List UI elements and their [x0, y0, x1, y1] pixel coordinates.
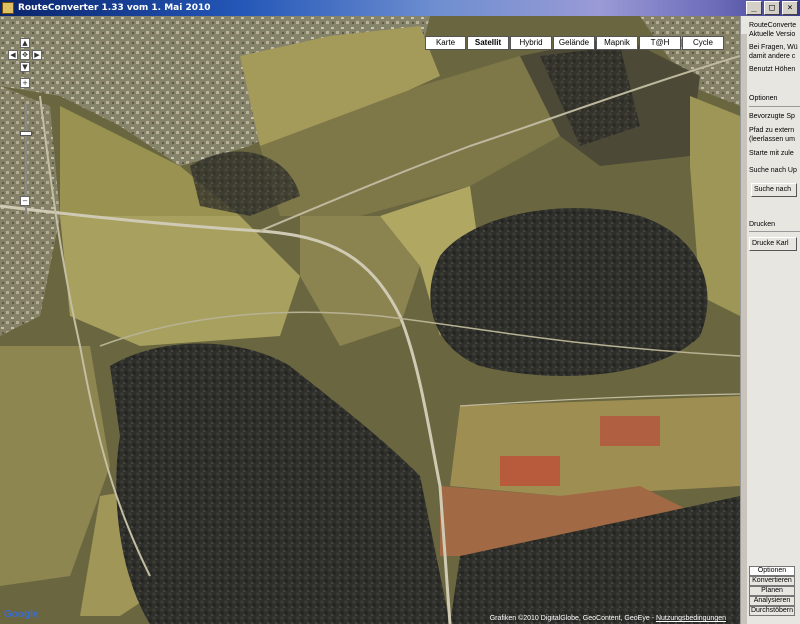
satellite-map[interactable]: Karte Satellit Hybrid Gelände Mapnik T@H…: [0, 16, 740, 624]
map-type-satellit[interactable]: Satellit: [467, 36, 509, 50]
tab-planen[interactable]: Planen: [749, 586, 795, 596]
maximize-button[interactable]: □: [764, 1, 780, 15]
terms-link[interactable]: Nutzungsbedingungen: [656, 615, 726, 622]
satellite-imagery: [0, 16, 740, 624]
arrow-right-icon[interactable]: ▶: [32, 50, 42, 60]
window-title: RouteConverter 1.33 vom 1. Mai 2010: [18, 3, 211, 13]
google-logo: Google: [4, 609, 39, 620]
window-controls: _ □ ×: [746, 1, 798, 15]
elevation-line: Benutzt Höhen: [749, 66, 796, 73]
version-line: RouteConverte: [749, 22, 797, 29]
options-panel: RouteConverte Aktuelle Versio Bei Fragen…: [740, 16, 800, 624]
map-type-tah[interactable]: T@H: [639, 36, 681, 50]
external-path-hint: (leerlassen um: [749, 136, 795, 143]
search-updates-label: Suche nach Up: [749, 167, 797, 174]
tab-konvertieren[interactable]: Konvertieren: [749, 576, 795, 586]
center-icon[interactable]: ✥: [20, 50, 30, 60]
plus-icon[interactable]: +: [20, 78, 30, 88]
tab-optionen[interactable]: Optionen: [749, 566, 795, 576]
map-type-gelaende[interactable]: Gelände: [553, 36, 595, 50]
questions-line: Bei Fragen, Wü: [749, 44, 798, 51]
preferred-label: Bevorzugte Sp: [749, 113, 795, 120]
map-navigation: ▲ ◀ ✥ ▶ ▼ + −: [6, 36, 42, 216]
zoom-slider-thumb[interactable]: [20, 131, 32, 136]
copyright-text: Grafiken ©2010 DigitalGlobe, GeoContent,…: [489, 615, 656, 622]
app-icon: [2, 2, 14, 14]
start-with-label: Starte mit zule: [749, 150, 794, 157]
tab-durchstoebern[interactable]: Durchstöbern: [749, 606, 795, 616]
title-bar: RouteConverter 1.33 vom 1. Mai 2010 _ □ …: [0, 0, 800, 16]
map-type-karte[interactable]: Karte: [425, 36, 466, 50]
options-divider: [749, 106, 800, 107]
arrow-down-icon[interactable]: ▼: [20, 62, 30, 72]
panel-splitter[interactable]: [741, 34, 747, 624]
close-button[interactable]: ×: [782, 1, 798, 15]
map-type-bar: Karte Satellit Hybrid Gelände Mapnik T@H…: [425, 36, 724, 50]
others-line: damit andere c: [749, 53, 796, 60]
map-type-cycle[interactable]: Cycle: [682, 36, 724, 50]
print-map-button[interactable]: Drucke Karl: [749, 237, 797, 251]
options-heading: Optionen: [749, 95, 778, 102]
options-content: RouteConverte Aktuelle Versio Bei Fragen…: [749, 16, 800, 624]
search-updates-button[interactable]: Suche nach: [751, 183, 797, 197]
tab-analysieren[interactable]: Analysieren: [749, 596, 795, 606]
map-type-mapnik[interactable]: Mapnik: [596, 36, 638, 50]
map-copyright: Grafiken ©2010 DigitalGlobe, GeoContent,…: [490, 615, 726, 622]
minus-icon[interactable]: −: [20, 196, 30, 206]
external-path-label: Pfad zu extern: [749, 127, 795, 134]
current-version-line: Aktuelle Versio: [749, 31, 796, 38]
minimize-button[interactable]: _: [746, 1, 762, 15]
arrow-left-icon[interactable]: ◀: [8, 50, 18, 60]
map-type-hybrid[interactable]: Hybrid: [510, 36, 552, 50]
bottom-tabs: Optionen Konvertieren Planen Analysieren…: [749, 566, 795, 616]
print-heading: Drucken: [749, 221, 776, 228]
arrow-up-icon[interactable]: ▲: [20, 38, 30, 48]
print-divider: [749, 231, 800, 232]
